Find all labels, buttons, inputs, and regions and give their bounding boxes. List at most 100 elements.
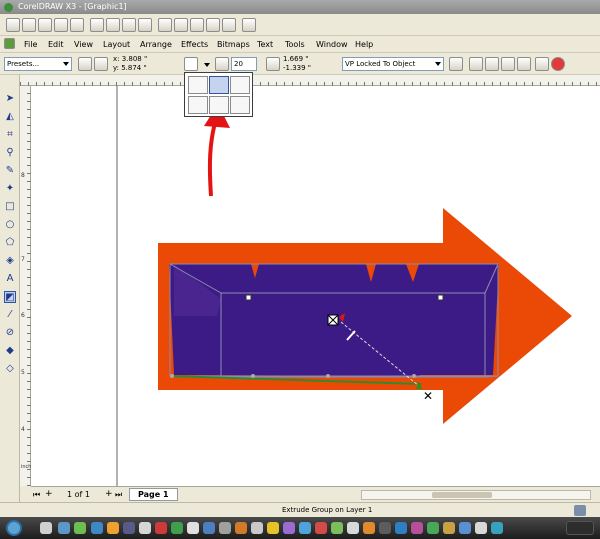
extrusion-small-back-option[interactable] xyxy=(188,76,208,94)
extrusion-back-parallel-option[interactable] xyxy=(209,96,229,114)
menu-arrange[interactable]: Arrange xyxy=(140,38,172,51)
menu-view[interactable]: View xyxy=(74,38,93,51)
chevron-down-icon[interactable] xyxy=(204,63,210,67)
taskbar-app-icon[interactable] xyxy=(379,522,391,534)
taskbar-app-icon[interactable] xyxy=(91,522,103,534)
page-tab[interactable]: Page 1 xyxy=(129,488,178,501)
rectangle-tool-icon[interactable]: □ xyxy=(4,201,16,213)
application-launcher-icon[interactable] xyxy=(190,18,204,32)
taskbar-app-icon[interactable] xyxy=(267,522,279,534)
shape-tool-icon[interactable]: ◭ xyxy=(4,111,16,123)
fill-tool-icon[interactable]: ◆ xyxy=(4,345,16,357)
taskbar-app-icon[interactable] xyxy=(74,522,86,534)
taskbar-app-icon[interactable] xyxy=(491,522,503,534)
taskbar-app-icon[interactable] xyxy=(299,522,311,534)
redo-icon[interactable] xyxy=(138,18,152,32)
menu-text[interactable]: Text xyxy=(257,38,273,51)
depth-input[interactable]: 20 xyxy=(231,57,257,71)
taskbar-app-icon[interactable] xyxy=(459,522,471,534)
smart-fill-tool-icon[interactable]: ✦ xyxy=(4,183,16,195)
undo-icon[interactable] xyxy=(122,18,136,32)
taskbar-app-icon[interactable] xyxy=(347,522,359,534)
document-menu-icon[interactable] xyxy=(4,38,15,49)
menu-file[interactable]: File xyxy=(24,38,37,51)
taskbar-app-icon[interactable] xyxy=(315,522,327,534)
pick-tool-icon[interactable]: ➤ xyxy=(4,93,16,105)
interactive-fill-tool-icon[interactable]: ◇ xyxy=(4,363,16,375)
add-page-before-icon[interactable]: + xyxy=(45,489,53,499)
taskbar-app-icon[interactable] xyxy=(58,522,70,534)
corel-online-icon[interactable] xyxy=(222,18,236,32)
taskbar-app-icon[interactable] xyxy=(155,522,167,534)
horizontal-scrollbar[interactable] xyxy=(361,490,591,500)
extrusion-big-back-option[interactable] xyxy=(230,76,250,94)
x-position[interactable]: x: 3.808 " xyxy=(113,55,147,64)
menu-bitmaps[interactable]: Bitmaps xyxy=(217,38,250,51)
vp-y-coordinate[interactable]: -1.339 " xyxy=(283,64,311,73)
drawing-surface[interactable]: ✕ xyxy=(31,86,600,486)
outline-tool-icon[interactable]: ⊘ xyxy=(4,327,16,339)
taskbar-app-icon[interactable] xyxy=(123,522,135,534)
taskbar-app-icon[interactable] xyxy=(40,522,52,534)
system-tray[interactable] xyxy=(566,521,594,535)
drawing-canvas[interactable]: ✕ xyxy=(31,86,600,486)
taskbar-app-icon[interactable] xyxy=(235,522,247,534)
taskbar-app-icon[interactable] xyxy=(139,522,151,534)
taskbar-app-icon[interactable] xyxy=(395,522,407,534)
y-position[interactable]: y: 5.874 " xyxy=(113,64,147,73)
crop-tool-icon[interactable]: ⌗ xyxy=(4,129,16,141)
clear-extrude-icon[interactable] xyxy=(551,57,565,71)
taskbar-app-icon[interactable] xyxy=(427,522,439,534)
first-page-icon[interactable]: ⏮ xyxy=(33,490,40,500)
menu-help[interactable]: Help xyxy=(355,38,373,51)
ellipse-tool-icon[interactable]: ○ xyxy=(4,219,16,231)
welcome-screen-icon[interactable] xyxy=(206,18,220,32)
vanishing-point-mode-dropdown[interactable]: VP Locked To Object xyxy=(342,57,444,71)
zoom-tool-icon[interactable]: ⚲ xyxy=(4,147,16,159)
freehand-tool-icon[interactable]: ✎ xyxy=(4,165,16,177)
polygon-tool-icon[interactable]: ⬠ xyxy=(4,237,16,249)
new-document-icon[interactable] xyxy=(6,18,20,32)
taskbar-app-icon[interactable] xyxy=(331,522,343,534)
scrollbar-thumb[interactable] xyxy=(432,492,492,498)
last-page-icon[interactable]: ⏭ xyxy=(115,490,122,500)
export-icon[interactable] xyxy=(174,18,188,32)
import-icon[interactable] xyxy=(158,18,172,32)
copy-extrude-properties-icon[interactable] xyxy=(535,57,549,71)
menu-tools[interactable]: Tools xyxy=(285,38,305,51)
vp-x-coordinate[interactable]: 1.669 " xyxy=(283,55,308,64)
extrusion-small-front-option[interactable] xyxy=(209,76,229,94)
paste-icon[interactable] xyxy=(106,18,120,32)
menu-window[interactable]: Window xyxy=(316,38,348,51)
extrusion-bevels-icon[interactable] xyxy=(501,57,515,71)
add-preset-icon[interactable] xyxy=(78,57,92,71)
extrusion-type-icon[interactable] xyxy=(184,57,198,71)
start-button[interactable] xyxy=(6,520,22,536)
taskbar-app-icon[interactable] xyxy=(171,522,183,534)
menu-edit[interactable]: Edit xyxy=(48,38,64,51)
menu-layout[interactable]: Layout xyxy=(103,38,130,51)
taskbar-app-icon[interactable] xyxy=(443,522,455,534)
zoom-level-icon[interactable] xyxy=(242,18,256,32)
save-icon[interactable] xyxy=(38,18,52,32)
cut-icon[interactable] xyxy=(70,18,84,32)
add-page-after-icon[interactable]: + xyxy=(105,489,113,499)
taskbar-app-icon[interactable] xyxy=(251,522,263,534)
extrusion-color-icon[interactable] xyxy=(485,57,499,71)
extrude-rotation-icon[interactable] xyxy=(469,57,483,71)
taskbar-app-icon[interactable] xyxy=(203,522,215,534)
taskbar-app-icon[interactable] xyxy=(107,522,119,534)
open-icon[interactable] xyxy=(22,18,36,32)
text-tool-icon[interactable]: A xyxy=(4,273,16,285)
extrusion-lighting-icon[interactable] xyxy=(517,57,531,71)
extrusion-front-parallel-option[interactable] xyxy=(230,96,250,114)
taskbar-app-icon[interactable] xyxy=(187,522,199,534)
copy-icon[interactable] xyxy=(90,18,104,32)
taskbar-app-icon[interactable] xyxy=(283,522,295,534)
taskbar-app-icon[interactable] xyxy=(475,522,487,534)
eyedropper-tool-icon[interactable]: ⁄ xyxy=(4,309,16,321)
vp-properties-icon[interactable] xyxy=(449,57,463,71)
taskbar-app-icon[interactable] xyxy=(219,522,231,534)
taskbar-app-icon[interactable] xyxy=(411,522,423,534)
menu-effects[interactable]: Effects xyxy=(181,38,208,51)
